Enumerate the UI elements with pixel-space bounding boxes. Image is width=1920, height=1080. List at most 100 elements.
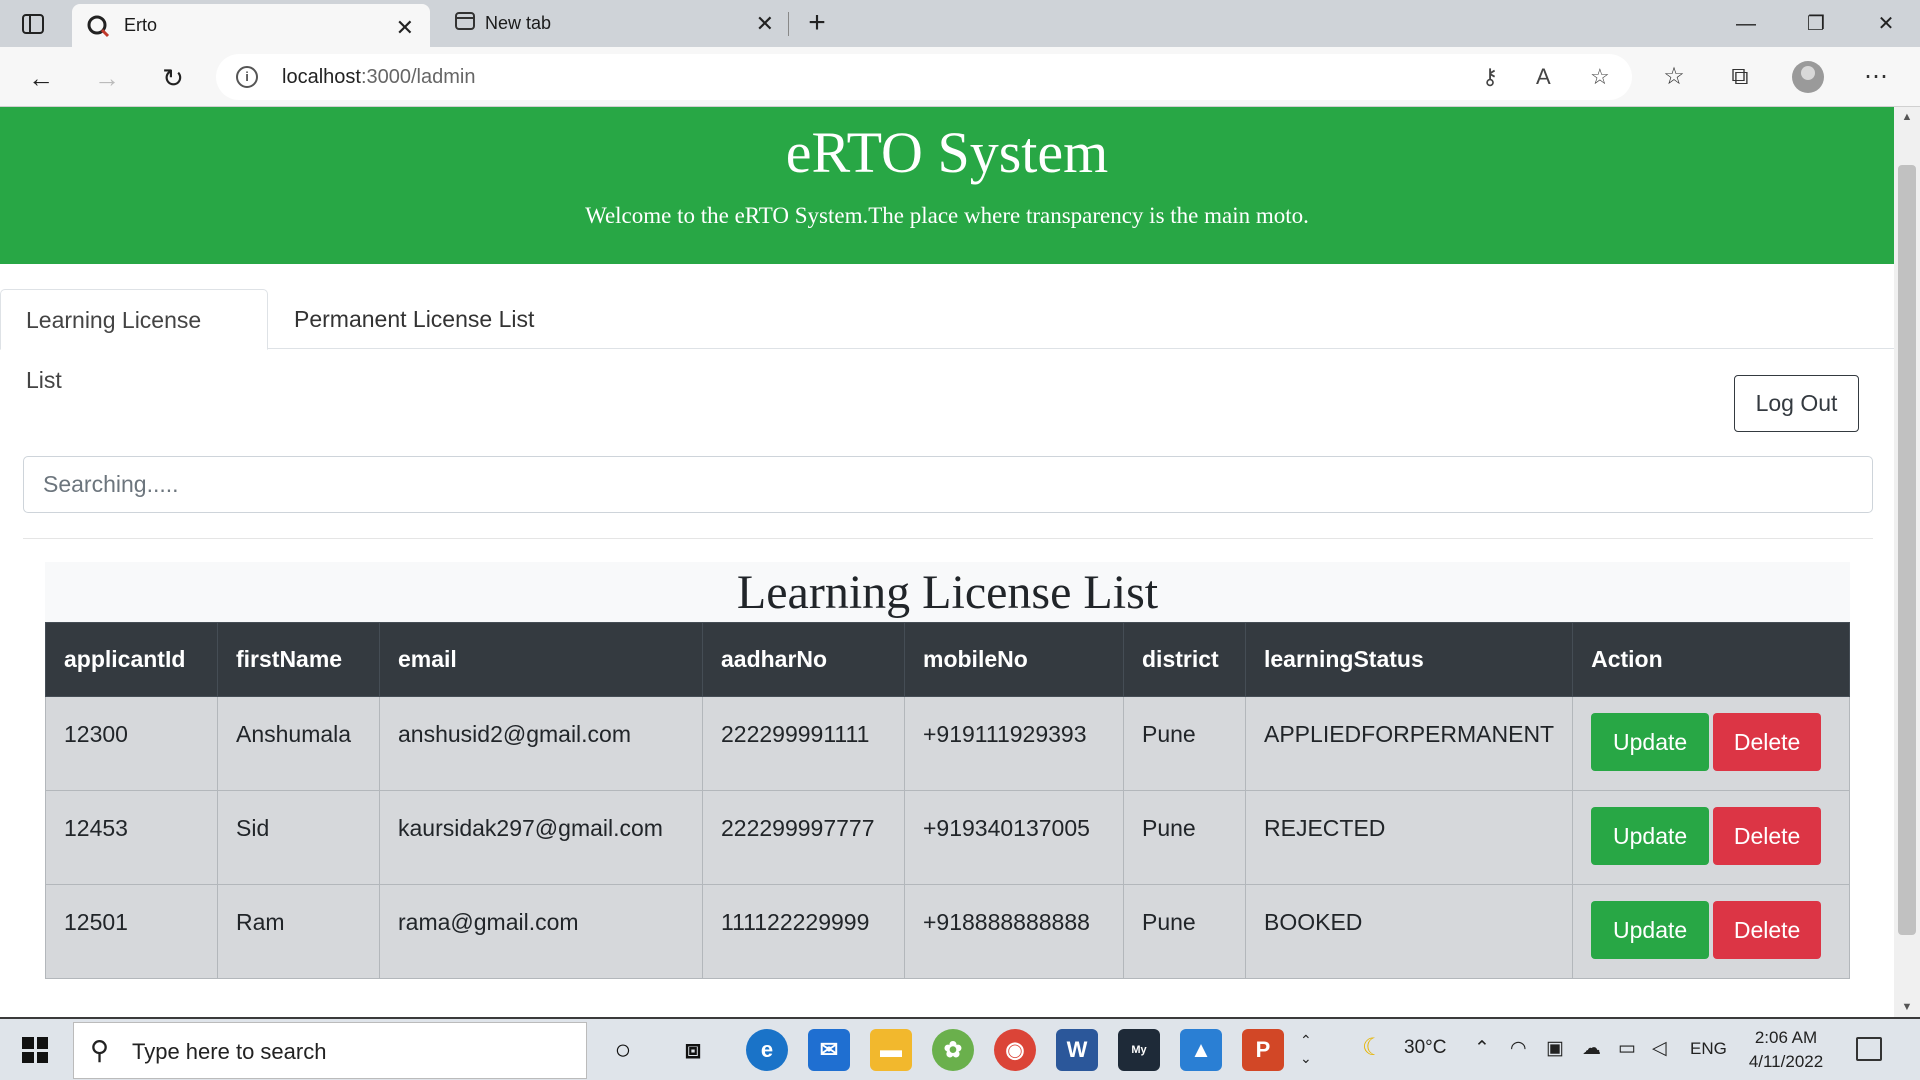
tab-title: New tab (485, 13, 552, 33)
column-header: learningStatus (1244, 622, 1574, 697)
cell-mobile-no: +918888888888 (904, 884, 1124, 979)
scroll-up-icon[interactable]: ▲ (1894, 111, 1920, 123)
onedrive-icon[interactable]: ☁ (1582, 1037, 1601, 1060)
chrome-icon[interactable]: ◉ (994, 1029, 1036, 1071)
update-button[interactable]: Update (1591, 713, 1710, 771)
taskbar-search[interactable]: ⚲ Type here to search (73, 1022, 587, 1079)
cortana-icon[interactable]: ○ (602, 1029, 644, 1071)
newtab-favicon-icon (454, 10, 478, 34)
weather-moon-icon[interactable]: ☾ (1362, 1033, 1384, 1062)
wifi-icon[interactable]: ◠ (1510, 1037, 1527, 1060)
key-icon[interactable]: ⚷ (1482, 64, 1498, 90)
update-button[interactable]: Update (1591, 807, 1710, 865)
clock-date: 4/11/2022 (1748, 1052, 1824, 1071)
page-scrollbar[interactable]: ▲ ▼ (1894, 107, 1920, 1017)
page-content: eRTO System Welcome to the eRTO System.T… (0, 107, 1894, 1017)
new-tab-icon[interactable]: + (800, 6, 834, 40)
notifications-icon[interactable] (1856, 1037, 1882, 1061)
scrollbar-thumb[interactable] (1898, 165, 1916, 935)
tab-learning-license-list[interactable]: Learning License List (0, 289, 268, 393)
powerpoint-icon[interactable]: P (1242, 1029, 1284, 1071)
cell-action: Update Delete (1572, 884, 1850, 979)
taskbar-clock[interactable]: 2:06 AM 4/11/2022 (1744, 1026, 1828, 1074)
forward-icon[interactable]: → (90, 61, 124, 95)
delete-button[interactable]: Delete (1713, 807, 1822, 865)
mysql-icon[interactable]: My (1118, 1029, 1160, 1071)
more-options-icon[interactable]: ⋯ (1858, 59, 1894, 95)
show-hidden-icons-icon[interactable]: ⌃ (1474, 1037, 1490, 1060)
column-header: district (1123, 622, 1246, 697)
windows-start-icon[interactable] (22, 1037, 48, 1063)
scroll-down-icon[interactable]: ▼ (1894, 1001, 1920, 1013)
cell-action: Update Delete (1572, 790, 1850, 885)
delete-button[interactable]: Delete (1713, 713, 1822, 771)
column-header: firstName (217, 622, 380, 697)
browser-tabstrip: Erto ✕ New tab ✕ + — ❐ ✕ (0, 0, 1920, 47)
tab-permanent-license-list[interactable]: Permanent License List (269, 289, 559, 350)
table-row: 12453 Sid kaursidak297@gmail.com 2222999… (45, 790, 1850, 885)
cell-applicant-id: 12501 (45, 884, 218, 979)
table-row: 12300 Anshumala anshusid2@gmail.com 2222… (45, 696, 1850, 791)
column-header: aadharNo (702, 622, 905, 697)
column-header: applicantId (45, 622, 218, 697)
search-icon: ⚲ (90, 1035, 110, 1065)
add-favorite-icon[interactable]: ☆ (1590, 64, 1610, 90)
search-input[interactable] (23, 456, 1873, 513)
profile-avatar[interactable] (1792, 61, 1824, 93)
meet-icon[interactable]: ▣ (1546, 1037, 1564, 1060)
minimize-icon[interactable]: — (1726, 10, 1766, 38)
close-window-icon[interactable]: ✕ (1866, 10, 1906, 38)
restore-icon[interactable]: ❐ (1796, 10, 1836, 38)
table-row: 12501 Ram rama@gmail.com 111122229999 +9… (45, 884, 1850, 979)
battery-icon[interactable]: ▭ (1618, 1037, 1636, 1060)
collections-icon[interactable]: ⧉ (1722, 59, 1758, 95)
cell-mobile-no: +919340137005 (904, 790, 1124, 885)
delete-button[interactable]: Delete (1713, 901, 1822, 959)
cell-first-name: Anshumala (217, 696, 380, 791)
cell-first-name: Sid (217, 790, 380, 885)
cell-email: anshusid2@gmail.com (379, 696, 703, 791)
erto-favicon-icon (86, 14, 110, 38)
url-text: localhost:3000/ladmin (282, 66, 476, 88)
language-indicator[interactable]: ENG (1690, 1039, 1727, 1059)
tab-divider (788, 12, 789, 36)
cell-learning-status: APPLIEDFORPERMANENT (1244, 696, 1574, 791)
cell-aadhar-no: 111122229999 (702, 884, 905, 979)
mail-icon[interactable]: ✉ (808, 1029, 850, 1071)
close-tab-icon[interactable]: ✕ (756, 11, 774, 37)
address-bar[interactable]: i localhost:3000/ladmin ⚷ A ☆ (216, 54, 1632, 100)
column-header: email (379, 622, 703, 697)
task-view-icon[interactable]: ⧈ (672, 1029, 714, 1071)
cell-district: Pune (1123, 790, 1246, 885)
back-icon[interactable]: ← (24, 61, 58, 95)
site-info-icon[interactable]: i (236, 66, 258, 88)
cell-learning-status: BOOKED (1244, 884, 1574, 979)
file-explorer-icon[interactable]: ▬ (870, 1029, 912, 1071)
browser-tab-erto[interactable]: Erto ✕ (72, 4, 430, 47)
update-button[interactable]: Update (1591, 901, 1710, 959)
read-aloud-icon[interactable]: A (1536, 64, 1551, 90)
temperature-text[interactable]: 30°C (1404, 1037, 1446, 1059)
overflow-chevron-icon[interactable]: ⌃ ⌄ (1300, 1031, 1312, 1067)
cell-aadhar-no: 222299997777 (702, 790, 905, 885)
close-tab-icon[interactable]: ✕ (396, 15, 414, 41)
browser-toolbar: ← → ↻ i localhost:3000/ladmin ⚷ A ☆ ☆ ⧉ … (0, 47, 1920, 107)
browser-tab-newtab[interactable]: New tab ✕ (440, 0, 790, 47)
tab-actions-icon[interactable] (18, 10, 48, 38)
cell-first-name: Ram (217, 884, 380, 979)
photos-icon[interactable]: ▲ (1180, 1029, 1222, 1071)
favorites-icon[interactable]: ☆ (1656, 59, 1692, 95)
refresh-icon[interactable]: ↻ (156, 61, 190, 95)
cell-applicant-id: 12453 (45, 790, 218, 885)
spring-tool-icon[interactable]: ✿ (932, 1029, 974, 1071)
word-icon[interactable]: W (1056, 1029, 1098, 1071)
tab-title: Erto (124, 15, 158, 35)
cell-district: Pune (1123, 884, 1246, 979)
logout-button[interactable]: Log Out (1734, 375, 1859, 432)
license-tabs: Learning License List Permanent License … (0, 289, 1894, 393)
windows-taskbar: ⚲ Type here to search ○ ⧈ e ✉ ▬ ✿ ◉ W My… (0, 1017, 1920, 1080)
edge-icon[interactable]: e (746, 1029, 788, 1071)
volume-icon[interactable]: ◁ (1652, 1037, 1667, 1060)
clock-time: 2:06 AM (1754, 1028, 1818, 1047)
divider (23, 538, 1873, 539)
